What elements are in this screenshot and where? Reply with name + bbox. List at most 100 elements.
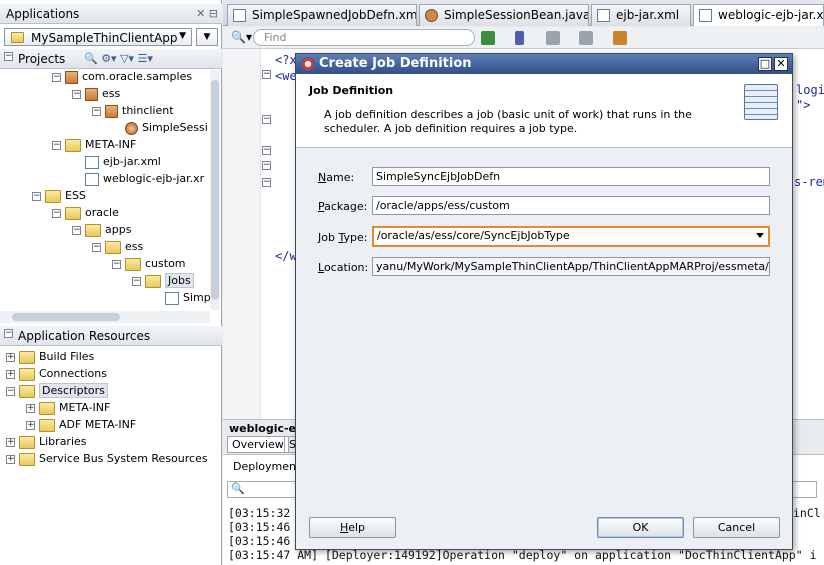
resource-node[interactable]: + META-INF	[26, 399, 110, 416]
expand-icon[interactable]: +	[6, 437, 15, 447]
tree-node[interactable]: − Jobs	[132, 272, 194, 289]
bookmark-icon[interactable]	[515, 31, 524, 45]
tab-simple-session-bean[interactable]: SimpleSessionBean.java	[419, 4, 589, 26]
next-icon[interactable]	[579, 31, 593, 45]
previous-icon[interactable]	[546, 31, 560, 45]
expand-icon[interactable]: +	[6, 352, 15, 362]
ok-button[interactable]: OK	[597, 517, 684, 538]
fold-icon[interactable]: −	[262, 70, 271, 79]
tab-deployment[interactable]: Deployment	[233, 460, 300, 473]
xml-file-icon	[699, 9, 712, 22]
tree-node[interactable]: − thinclient	[92, 102, 174, 119]
tree-node[interactable]: ejb-jar.xml	[72, 153, 161, 170]
application-navigator: Applications ✕ ⊟ MySampleThinClientApp ▼…	[0, 0, 222, 565]
collapse-icon[interactable]: −	[6, 386, 15, 396]
app-menu-button[interactable]: ▼	[196, 28, 218, 46]
collapse-icon[interactable]: −	[132, 276, 141, 286]
fold-icon[interactable]: −	[262, 115, 271, 124]
expand-icon[interactable]: +	[6, 454, 15, 464]
find-input[interactable]: Find	[253, 29, 475, 46]
fold-icon[interactable]: −	[262, 161, 271, 170]
projects-horizontal-scrollbar[interactable]	[0, 311, 210, 323]
collapse-icon[interactable]: −	[92, 106, 101, 116]
application-selector[interactable]: MySampleThinClientApp ▼	[4, 28, 192, 46]
resource-node[interactable]: − Descriptors	[6, 382, 108, 399]
folder-icon	[65, 206, 81, 220]
collapse-icon[interactable]: −	[52, 208, 61, 218]
package-label: Package:	[318, 200, 368, 213]
code-fragment-close: ">	[796, 98, 811, 112]
project-toolbar-icons[interactable]: 🔍 ⚙▾ ▽▾ ☰▾	[84, 52, 153, 65]
applications-panel-header: Applications ✕ ⊟	[0, 4, 222, 24]
tree-node[interactable]: − oracle	[52, 204, 119, 221]
code-line-weblogic-close: </w	[275, 249, 297, 263]
resource-node[interactable]: + Connections	[6, 365, 107, 382]
name-input[interactable]: SimpleSyncEjbJobDefn	[372, 167, 770, 186]
collapse-icon[interactable]: −	[32, 191, 41, 201]
resource-node[interactable]: + Libraries	[6, 433, 87, 450]
projects-title: Projects	[18, 52, 66, 66]
expand-icon[interactable]: +	[6, 369, 15, 379]
chevron-down-icon: ▼	[179, 31, 186, 41]
collapse-icon[interactable]: −	[4, 329, 13, 338]
panel-window-controls[interactable]: ✕ ⊟	[196, 7, 218, 20]
code-fragment-logic: logic	[796, 83, 824, 97]
tree-node-label: apps	[105, 223, 132, 236]
tab-simple-spawned-job-defn[interactable]: SimpleSpawnedJobDefn.xml	[227, 4, 417, 26]
maximize-button[interactable]: □	[758, 57, 772, 71]
tab-ejb-jar[interactable]: ejb-jar.xml	[591, 4, 691, 26]
tree-node-label: com.oracle.samples	[82, 70, 193, 83]
tree-node[interactable]: weblogic-ejb-jar.xr	[72, 170, 204, 187]
search-icon[interactable]: 🔍▾	[231, 30, 252, 44]
folder-icon	[65, 138, 81, 152]
close-button[interactable]: ✕	[774, 57, 788, 71]
tab-weblogic-ejb-jar[interactable]: weblogic-ejb-jar.xm	[693, 4, 824, 26]
expand-icon[interactable]: +	[26, 420, 35, 430]
tree-node[interactable]: − ess	[72, 85, 120, 102]
tree-node[interactable]: Simp	[152, 289, 211, 306]
expand-icon[interactable]: +	[26, 403, 35, 413]
location-input[interactable]: yanu/MyWork/MySampleThinClientApp/ThinCl…	[372, 257, 770, 276]
package-input[interactable]: /oracle/apps/ess/custom	[372, 196, 770, 215]
tree-node[interactable]: − ess	[92, 238, 143, 255]
folder-icon	[39, 418, 55, 432]
tree-node[interactable]: − custom	[112, 255, 186, 272]
folder-icon	[19, 384, 35, 398]
tree-node[interactable]: SimpleSessi	[112, 119, 208, 136]
tree-node[interactable]: − com.oracle.samples	[52, 68, 192, 85]
collapse-icon[interactable]: −	[112, 259, 121, 269]
help-button[interactable]: Help	[309, 517, 396, 538]
resource-node-label: Descriptors	[39, 383, 108, 398]
folder-icon	[85, 223, 101, 237]
fold-icon[interactable]: −	[262, 146, 271, 155]
log-line: [03:15:46	[228, 520, 291, 534]
projects-vertical-scrollbar[interactable]	[210, 70, 220, 310]
collapse-icon[interactable]: −	[72, 89, 81, 99]
collapse-icon[interactable]: −	[92, 242, 101, 252]
resource-node[interactable]: + Service Bus System Resources	[6, 450, 208, 467]
resource-node[interactable]: + Build Files	[6, 348, 94, 365]
collapse-icon[interactable]: −	[4, 52, 13, 61]
log-line: [03:15:47 AM] [Deployer:149192]Operation…	[228, 548, 817, 562]
xml-file-icon	[597, 9, 610, 22]
tree-node-label: weblogic-ejb-jar.xr	[103, 172, 205, 185]
cancel-button[interactable]: Cancel	[693, 517, 780, 538]
fold-icon[interactable]: −	[262, 178, 271, 187]
tree-node[interactable]: − ESS	[32, 187, 86, 204]
dialog-title-bar[interactable]: Create Job Definition □ ✕	[296, 54, 792, 74]
tree-node[interactable]: − apps	[72, 221, 131, 238]
toggle-icon[interactable]	[613, 31, 627, 45]
oracle-logo-icon	[301, 57, 315, 71]
collapse-icon[interactable]: −	[52, 72, 61, 82]
resource-node[interactable]: + ADF META-INF	[26, 416, 136, 433]
resource-node-label: ADF META-INF	[59, 418, 137, 431]
tab-overview[interactable]: Overview	[227, 436, 289, 453]
folder-icon	[45, 189, 61, 203]
collapse-icon[interactable]: −	[52, 140, 61, 150]
find-options-icon[interactable]	[481, 31, 495, 45]
collapse-icon[interactable]: −	[72, 225, 81, 235]
tree-node[interactable]: − META-INF	[52, 136, 136, 153]
editor-tab-bar: SimpleSpawnedJobDefn.xml SimpleSessionBe…	[223, 0, 824, 26]
app-folder-icon	[11, 30, 28, 43]
job-type-select[interactable]: /oracle/as/ess/core/SyncEjbJobType	[372, 226, 770, 247]
